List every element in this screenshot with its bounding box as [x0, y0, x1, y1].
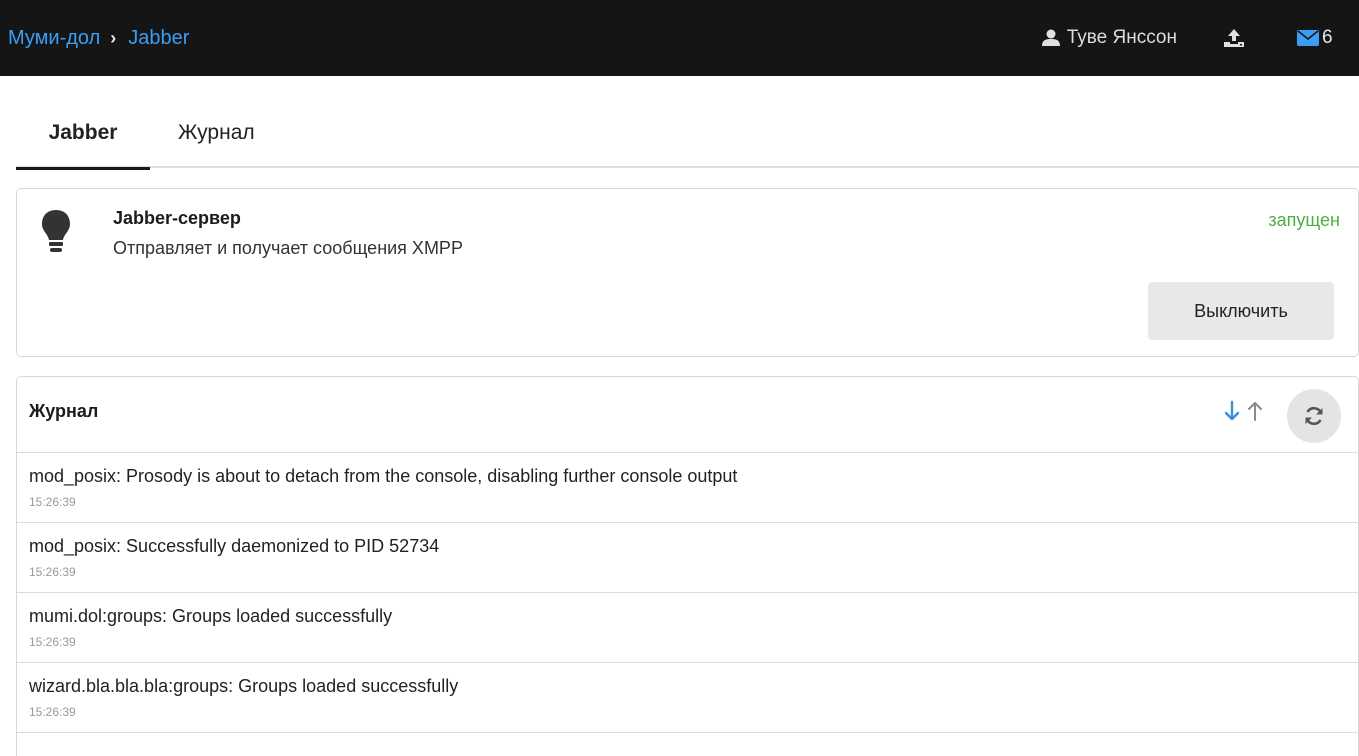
- arrow-up-icon[interactable]: [1247, 400, 1263, 427]
- log-entry-time: 15:26:39: [29, 495, 76, 509]
- top-bar: Муми-дол › Jabber Туве Янссон 6: [0, 0, 1359, 76]
- log-title: Журнал: [29, 401, 99, 421]
- top-bar-actions: Туве Янссон 6: [1041, 0, 1359, 76]
- refresh-icon: [1305, 406, 1323, 426]
- log-panel-header: Журнал: [17, 377, 1358, 453]
- log-entry: mod_posix: Successfully daemonized to PI…: [17, 523, 1358, 593]
- log-entry-message: mumi.dol:groups: Groups loaded successfu…: [29, 606, 393, 626]
- tab-jabber-label: Jabber: [48, 121, 118, 144]
- service-description: Отправляет и получает сообщения XMPP: [113, 238, 463, 258]
- tab-bar: Jabber Журнал: [16, 98, 1359, 170]
- messages-button[interactable]: 6: [1297, 27, 1359, 49]
- log-entry: mod_posix: Prosody is about to detach fr…: [17, 453, 1358, 523]
- log-entry: mumi.dol:groups: Groups loaded successfu…: [17, 593, 1358, 663]
- log-panel: Журнал mod_posix: Prosody is about to de…: [16, 376, 1359, 756]
- messages-count: 6: [1322, 27, 1333, 48]
- tab-journal[interactable]: Журнал: [178, 98, 255, 168]
- service-disable-button[interactable]: Выключить: [1148, 282, 1334, 340]
- arrow-down-icon[interactable]: [1224, 400, 1240, 427]
- service-name: Jabber-сервер: [113, 208, 241, 228]
- log-entry-time: 15:26:39: [29, 565, 76, 579]
- user-icon: [1041, 29, 1060, 46]
- envelope-icon: [1297, 30, 1319, 46]
- user-name: Туве Янссон: [1066, 27, 1177, 48]
- breadcrumb-item-jabber[interactable]: Jabber: [128, 27, 189, 50]
- service-status-badge: запущен: [1268, 210, 1340, 230]
- upload-icon: [1224, 29, 1244, 47]
- breadcrumb: Муми-дол › Jabber: [8, 0, 189, 76]
- log-entry-time: 15:26:39: [29, 635, 76, 649]
- log-entry-message: mod_posix: Prosody is about to detach fr…: [29, 466, 738, 486]
- log-entry-time: 15:26:39: [29, 705, 76, 719]
- breadcrumb-separator-icon: ›: [110, 27, 117, 48]
- user-menu[interactable]: Туве Янссон: [1041, 27, 1177, 49]
- log-entry-message: wizard.bla.bla.bla:groups: Groups loaded…: [29, 676, 459, 696]
- upload-button[interactable]: [1223, 28, 1245, 48]
- tab-jabber[interactable]: Jabber: [16, 98, 150, 170]
- breadcrumb-item-home[interactable]: Муми-дол: [8, 27, 100, 50]
- refresh-button[interactable]: [1287, 389, 1341, 443]
- service-card: Jabber-сервер Отправляет и получает сооб…: [16, 188, 1359, 357]
- lightbulb-icon: [39, 207, 73, 262]
- log-entry: wizard.bla.bla.bla:groups: Groups loaded…: [17, 663, 1358, 733]
- tab-journal-label: Журнал: [178, 121, 255, 144]
- log-entry-message: mod_posix: Successfully daemonized to PI…: [29, 536, 440, 556]
